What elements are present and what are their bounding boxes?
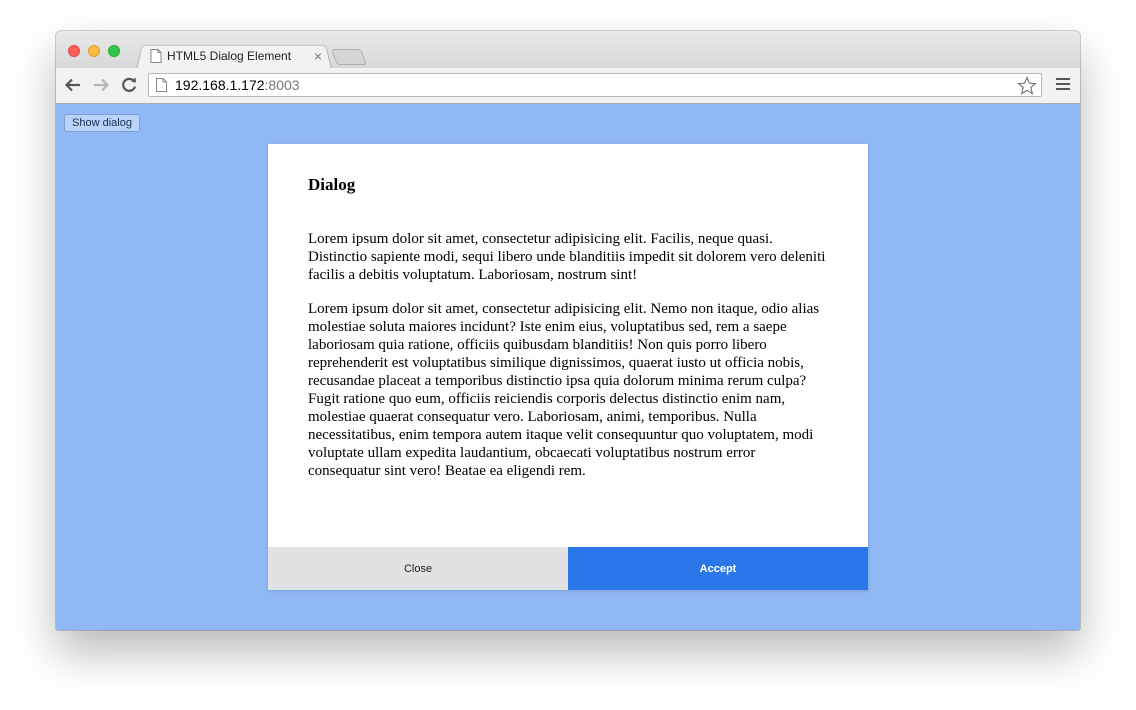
dialog-actions: Close Accept — [268, 547, 868, 590]
accept-button[interactable]: Accept — [568, 547, 868, 590]
page-icon — [156, 78, 167, 92]
show-dialog-button[interactable]: Show dialog — [64, 114, 140, 132]
hamburger-menu-icon[interactable] — [1056, 78, 1070, 92]
back-arrow-icon[interactable] — [64, 76, 82, 94]
title-bar: HTML5 Dialog Element × — [56, 31, 1080, 70]
dialog-paragraph: Lorem ipsum dolor sit amet, consectetur … — [308, 231, 826, 283]
url-text: 192.168.1.172:8003 — [175, 77, 300, 93]
address-bar[interactable]: 192.168.1.172:8003 — [148, 73, 1042, 97]
browser-window: HTML5 Dialog Element × 192.168.1.172:800… — [56, 31, 1080, 630]
page-icon — [150, 49, 162, 63]
close-button[interactable]: Close — [268, 547, 568, 590]
dialog-paragraph: Lorem ipsum dolor sit amet, consectetur … — [308, 301, 820, 479]
minimize-window-button[interactable] — [88, 45, 100, 57]
page-content: Show dialog Dialog Lorem ipsum dolor sit… — [56, 104, 1080, 630]
star-icon[interactable] — [1017, 76, 1037, 96]
dialog-title: Dialog — [308, 175, 356, 194]
dialog: Dialog Lorem ipsum dolor sit amet, conse… — [268, 144, 868, 590]
dialog-body: Lorem ipsum dolor sit amet, consectetur … — [308, 230, 828, 496]
url-port: :8003 — [264, 77, 300, 93]
browser-tab-content[interactable]: HTML5 Dialog Element × — [146, 43, 328, 69]
url-host: 192.168.1.172 — [175, 77, 265, 93]
tab-title: HTML5 Dialog Element — [167, 49, 292, 63]
maximize-window-button[interactable] — [108, 45, 120, 57]
browser-toolbar: 192.168.1.172:8003 — [56, 68, 1080, 104]
forward-arrow-icon[interactable] — [92, 76, 110, 94]
reload-icon[interactable] — [120, 76, 138, 94]
close-window-button[interactable] — [68, 45, 80, 57]
tab-close-icon[interactable]: × — [314, 48, 322, 64]
new-tab-button[interactable] — [331, 49, 367, 65]
